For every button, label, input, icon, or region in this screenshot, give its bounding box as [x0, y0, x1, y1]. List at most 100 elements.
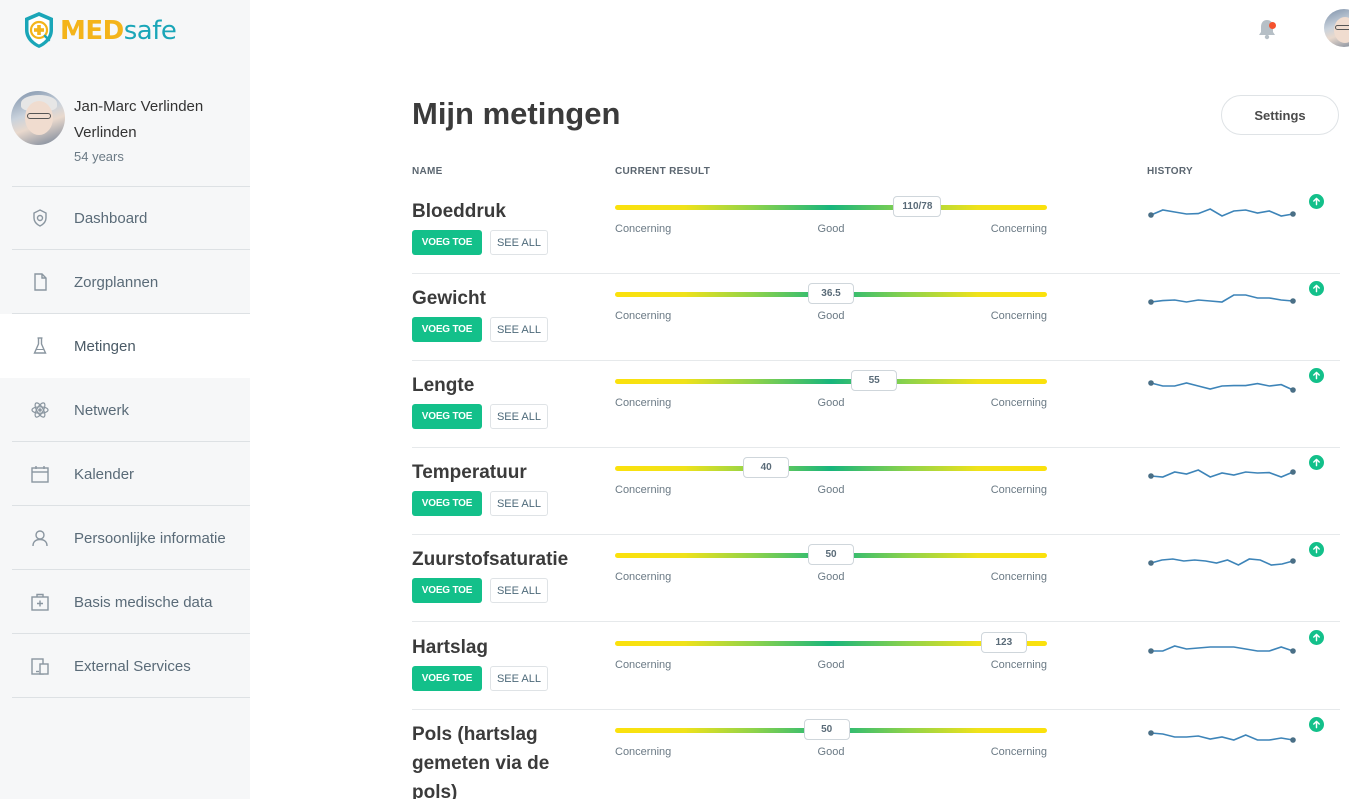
current-result-value: 55	[851, 370, 898, 391]
scale-label-concerning-high: Concerning	[990, 397, 1047, 409]
scale-label-concerning-high: Concerning	[990, 223, 1047, 235]
page-title: Mijn metingen	[412, 96, 621, 131]
trend-up-icon	[1309, 542, 1324, 557]
scale-label-good: Good	[817, 746, 845, 758]
sparkline-end-point	[1290, 469, 1296, 475]
history-sparkline[interactable]	[1147, 462, 1297, 488]
result-scale-bar	[615, 205, 1047, 210]
measurement-row: Temperatuur VOEG TOE SEE ALL 40 Concerning Go…	[412, 448, 1340, 535]
profile-name: Jan-Marc Verlinden Verlinden	[74, 98, 204, 141]
scale-label-concerning-high: Concerning	[990, 659, 1047, 671]
column-header-current-result: CURRENT RESULT	[615, 166, 711, 177]
scale-label-concerning-high: Concerning	[990, 571, 1047, 583]
logo-med-text: MED	[60, 16, 124, 46]
add-measurement-button[interactable]: VOEG TOE	[412, 230, 482, 255]
sparkline-end-point	[1290, 298, 1296, 304]
sparkline-start-point	[1148, 648, 1154, 654]
sidebar-item-kalender[interactable]: Kalender	[0, 442, 250, 506]
sidebar-item-label: Basis medische data	[74, 593, 213, 611]
sidebar-item-dashboard[interactable]: Dashboard	[0, 186, 250, 250]
sparkline-path	[1150, 208, 1294, 217]
sidebar: MEDsafe Jan-Marc Verlinden Verlinden 54 …	[0, 0, 250, 799]
trend-up-icon	[1309, 630, 1324, 645]
add-measurement-button[interactable]: VOEG TOE	[412, 578, 482, 603]
sparkline-path	[1150, 469, 1294, 478]
see-all-button[interactable]: SEE ALL	[490, 491, 548, 516]
trend-up-icon	[1309, 455, 1324, 470]
sparkline-end-point	[1290, 211, 1296, 217]
history-sparkline[interactable]	[1147, 201, 1297, 227]
measurement-row: Hartslag VOEG TOE SEE ALL 123 Concerning Good…	[412, 623, 1340, 710]
see-all-button[interactable]: SEE ALL	[490, 578, 548, 603]
add-measurement-button[interactable]: VOEG TOE	[412, 666, 482, 691]
sidebar-item-label: Dashboard	[74, 209, 148, 227]
sidebar-item-label: Zorgplannen	[74, 273, 159, 291]
sparkline-path	[1151, 645, 1294, 652]
sparkline-path	[1150, 732, 1294, 741]
column-header-history: HISTORY	[1147, 166, 1193, 177]
header-avatar[interactable]	[1324, 9, 1349, 47]
sparkline-end-point	[1290, 387, 1296, 393]
current-result-value: 50	[808, 544, 854, 565]
sidebar-nav: Dashboard Zorgplannen Metingen Netwerk K…	[0, 186, 250, 698]
medsafe-logo[interactable]: MEDsafe	[22, 10, 177, 50]
scale-label-concerning-low: Concerning	[615, 484, 672, 496]
sidebar-item-persoonlijke-informatie[interactable]: Persoonlijke informatie	[0, 506, 250, 570]
see-all-button[interactable]: SEE ALL	[490, 666, 548, 691]
history-sparkline[interactable]	[1147, 724, 1297, 750]
avatar[interactable]	[11, 91, 65, 145]
sidebar-item-zorgplannen[interactable]: Zorgplannen	[0, 250, 250, 314]
history-sparkline[interactable]	[1147, 375, 1297, 401]
sidebar-item-label: Metingen	[74, 337, 136, 355]
add-measurement-button[interactable]: VOEG TOE	[412, 491, 482, 516]
sparkline-end-point	[1290, 737, 1296, 743]
sidebar-item-metingen[interactable]: Metingen	[0, 314, 250, 378]
user-icon	[30, 528, 50, 548]
measurement-name: Zuurstofsaturatie	[412, 549, 569, 570]
history-sparkline[interactable]	[1147, 637, 1297, 663]
sparkline-path	[1150, 382, 1294, 391]
scale-label-concerning-low: Concerning	[615, 397, 672, 409]
calendar-icon	[30, 464, 50, 484]
see-all-button[interactable]: SEE ALL	[490, 317, 548, 342]
scale-label-good: Good	[817, 484, 845, 496]
measurement-name: Lengte	[412, 375, 475, 396]
history-sparkline[interactable]	[1147, 288, 1297, 314]
sparkline-start-point	[1148, 299, 1154, 305]
see-all-button[interactable]: SEE ALL	[490, 230, 548, 255]
trend-up-icon	[1309, 194, 1324, 209]
measurement-row: Lengte VOEG TOE SEE ALL 55 Concerning Good Con…	[412, 361, 1340, 448]
current-result-value: 110/78	[893, 196, 942, 217]
sidebar-item-basis-medische-data[interactable]: Basis medische data	[0, 570, 250, 634]
medkit-icon	[30, 592, 50, 612]
sidebar-item-label: Kalender	[74, 465, 135, 483]
flask-icon	[30, 336, 50, 356]
scale-label-concerning-high: Concerning	[990, 310, 1047, 322]
scale-label-concerning-low: Concerning	[615, 746, 672, 758]
trend-up-icon	[1309, 717, 1324, 732]
current-result-value: 36.5	[808, 283, 854, 304]
sidebar-item-netwerk[interactable]: Netwerk	[0, 378, 250, 442]
devices-icon	[30, 656, 50, 676]
sparkline-end-point	[1290, 648, 1296, 654]
column-header-name: NAME	[412, 166, 443, 177]
history-sparkline[interactable]	[1147, 549, 1297, 575]
bell-icon[interactable]	[1254, 16, 1280, 42]
sidebar-item-external-services[interactable]: External Services	[0, 634, 250, 698]
scale-label-concerning-low: Concerning	[615, 310, 672, 322]
see-all-button[interactable]: SEE ALL	[490, 404, 548, 429]
current-result-value: 50	[803, 719, 850, 740]
document-icon	[30, 272, 50, 292]
measurement-row: Gewicht VOEG TOE SEE ALL 36.5 Concerning Good…	[412, 274, 1340, 361]
sparkline-start-point	[1148, 730, 1154, 736]
measurement-row: Pols (hartslag gemeten via de pols) 50 Con…	[412, 710, 1340, 799]
sparkline-start-point	[1148, 560, 1154, 566]
sparkline-start-point	[1148, 380, 1154, 386]
add-measurement-button[interactable]: VOEG TOE	[412, 404, 482, 429]
measurement-name: Bloeddruk	[412, 201, 506, 222]
sparkline-path	[1150, 294, 1294, 303]
add-measurement-button[interactable]: VOEG TOE	[412, 317, 482, 342]
settings-button[interactable]: Settings	[1221, 95, 1339, 135]
measurement-name: Hartslag	[412, 637, 489, 658]
row-divider	[412, 621, 1340, 622]
